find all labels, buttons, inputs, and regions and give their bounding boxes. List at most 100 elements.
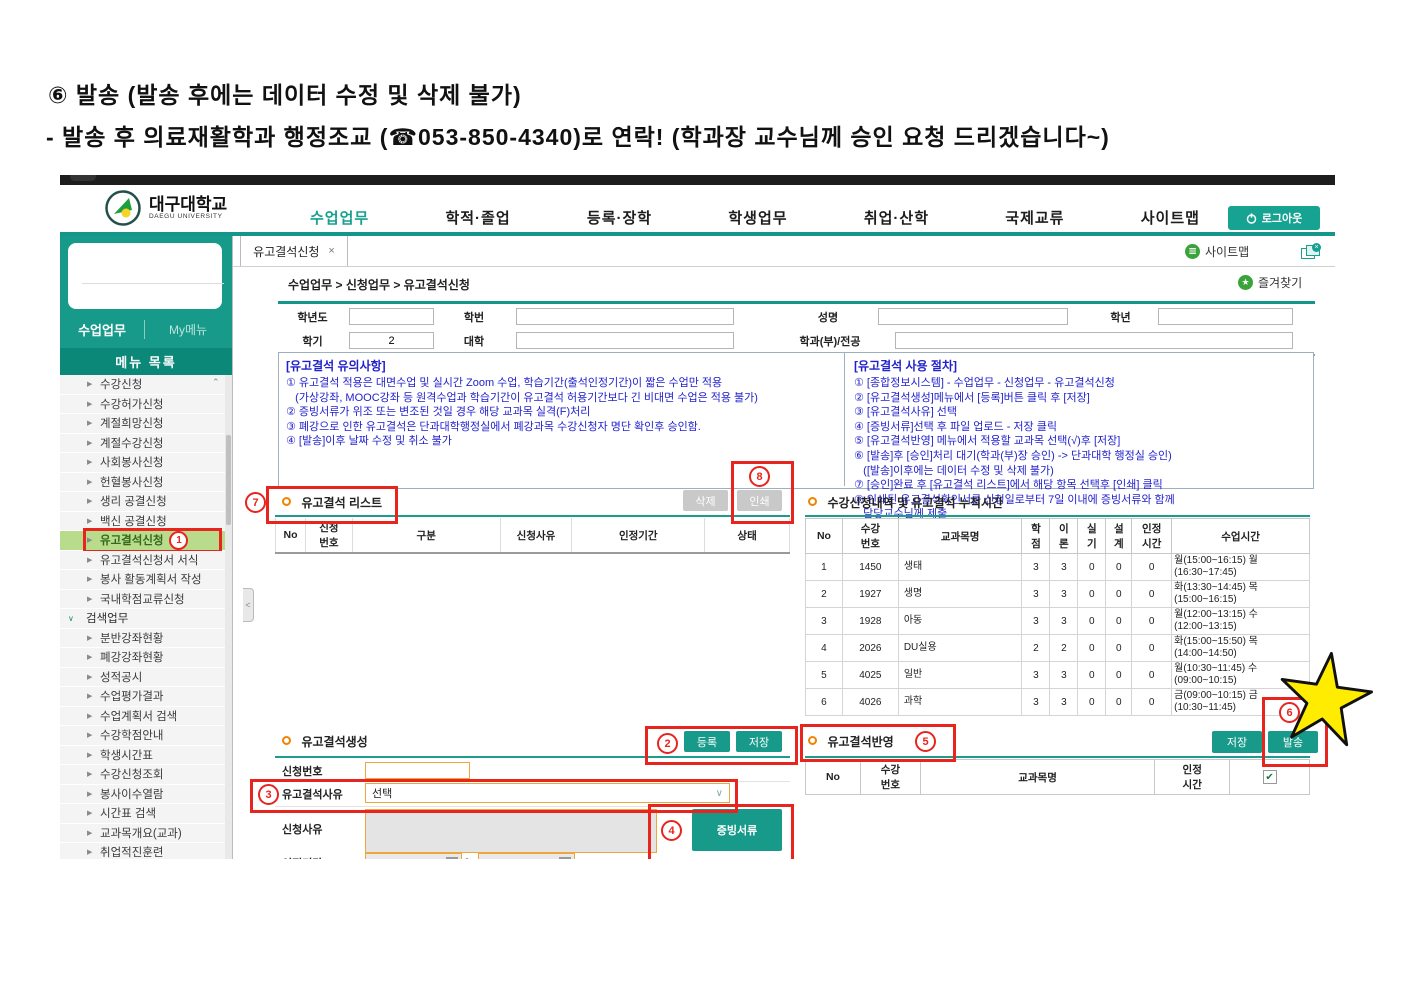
name-input[interactable] (878, 308, 1068, 325)
delete-button[interactable]: 삭제 (683, 490, 728, 511)
checkbox-checked[interactable]: ✔ (1262, 770, 1277, 784)
nav-item-5[interactable]: 국제교류 (1005, 207, 1064, 228)
cell: 0 (1131, 688, 1173, 716)
sidebar-item-18[interactable]: ▶ 수강학점안내 (60, 726, 225, 746)
sidebar-item-5[interactable]: ▶ 헌혈봉사신청 (60, 472, 225, 492)
arrow-right-icon: ▶ (87, 732, 93, 739)
print-button[interactable]: 인쇄 (737, 490, 782, 511)
cell: 0 (1077, 553, 1107, 581)
cell: 0 (1077, 607, 1107, 635)
sidebar-item-11[interactable]: ▶ 국내학점교류신청 (60, 589, 225, 609)
sidebar-item-20[interactable]: ▶ 수강신청조회 (60, 765, 225, 785)
callout-7: 7 (245, 492, 266, 513)
semester-input[interactable] (349, 332, 434, 349)
sidebar-item-22[interactable]: ▶ 시간표 검색 (60, 804, 225, 824)
notice-line: ⑤ [유고결석반영] 메뉴에서 적용할 교과목 선택(√)후 [저장] (854, 435, 1121, 448)
sidebar-item-4[interactable]: ▶ 사회봉사신청 (60, 453, 225, 473)
sidebar-item-24[interactable]: ▶ 취업적진훈련 (60, 843, 225, 859)
absence-apply-table: No 수강 번호 교과목명 인정 시간 ✔ (805, 759, 1310, 795)
notice-left: [유고결석 유의사항] ① 유고결석 적용은 대면수업 및 실시간 Zoom 수… (286, 357, 836, 449)
table-row: 6 4026 과학 3 3 0 0 0 금(09:00~10:15) 금(10:30~11:45… (805, 688, 1310, 716)
college-label: 대학 (463, 336, 485, 348)
sidebar-item-8[interactable]: ▶ 유고결석신청 1 (60, 528, 225, 552)
sidebar-item-23[interactable]: ▶ 교과목개요(교과) (60, 823, 225, 843)
sidebar-item-16[interactable]: ▶ 수업평가결과 (60, 687, 225, 707)
notice-line: ③ 폐강으로 인한 유고결석은 단과대학행정실에서 폐강과목 수강신청자 명단 … (286, 420, 701, 433)
cell: 0 (1105, 634, 1133, 662)
sidebar-item-12[interactable]: ∨ 검색업무 (60, 609, 225, 629)
sidebar-item-7[interactable]: ▶ 백신 공결신청 (60, 511, 225, 531)
university-name: 대구대학교 (149, 195, 228, 214)
window-notch (70, 175, 96, 181)
period-end-input[interactable] (478, 853, 575, 859)
nav-item-6[interactable]: 사이트맵 (1141, 207, 1200, 228)
grade-input[interactable] (1158, 308, 1293, 325)
cell: DU실용 (897, 634, 1023, 662)
sidebar-item-2[interactable]: ▶ 계절희망신청 (60, 414, 225, 434)
name-label: 성명 (817, 312, 839, 324)
sidebar-scrollbar[interactable] (225, 375, 232, 859)
sidebar-tab-mymenu[interactable]: My메뉴 (145, 321, 231, 338)
column-header: 신청사유 (499, 518, 573, 554)
dept-input[interactable] (895, 332, 1293, 349)
logout-label: 로그아웃 (1261, 213, 1303, 225)
sidebar-item-1[interactable]: ▶ 수강허가신청 (60, 394, 225, 414)
sidebar-item-14[interactable]: ▶ 폐강강좌현황 (60, 648, 225, 668)
sidebar-collapse-handle[interactable]: < (243, 588, 254, 622)
year-input[interactable] (349, 308, 434, 325)
logout-button[interactable]: 로그아웃 (1228, 206, 1320, 230)
save-button-apply[interactable]: 저장 (1212, 731, 1262, 753)
nav-item-4[interactable]: 취업·산학 (864, 207, 929, 228)
scrollbar-thumb[interactable] (226, 435, 231, 525)
college-input[interactable] (516, 332, 734, 349)
sidebar-item-19[interactable]: ▶ 학생시간표 (60, 745, 225, 765)
header-row: No 수강 번호 교과목명 인정 시간 ✔ (805, 759, 1310, 795)
favorites-button[interactable]: ★ 즐겨찾기 (1238, 274, 1302, 291)
notice-line: ② 증빙서류가 위조 또는 변조된 것일 경우 해당 교과목 실격(F)처리 (286, 406, 591, 419)
nav-item-2[interactable]: 등록·장학 (587, 207, 652, 228)
scroll-up-icon[interactable]: ⌃ (212, 377, 220, 388)
reason-type-label: 유고결석사유 (282, 789, 343, 801)
sidebar-item-label: 수강학점안내 (100, 730, 164, 743)
tab-bar: 유고결석신청 × 𝌆 사이트맵 × (233, 236, 1335, 267)
column-header: 구분 (351, 518, 501, 554)
evidence-button[interactable]: 증빙서류 (692, 809, 782, 851)
arrow-right-icon: ▶ (87, 673, 93, 681)
apply-no-input[interactable] (365, 762, 470, 779)
cell: 4026 (841, 688, 899, 716)
arrow-right-icon: ▶ (87, 420, 93, 427)
sidebar-item-3[interactable]: ▶ 계절수강신청 (60, 433, 225, 453)
sidebar-item-9[interactable]: ▶ 유고결석신청서 서식 (60, 550, 225, 570)
nav-item-3[interactable]: 학생업무 (728, 207, 787, 228)
calendar-icon[interactable] (446, 857, 458, 859)
reason-textarea[interactable] (365, 809, 657, 853)
sidebar-tab-lecture[interactable]: 수업업무 (60, 319, 145, 339)
column-header: 상태 (704, 518, 790, 554)
sidebar-item-10[interactable]: ▶ 봉사 활동계획서 작성 (60, 570, 225, 590)
sidebar-item-21[interactable]: ▶ 봉사이수열람 (60, 784, 225, 804)
cell: 3 (1021, 607, 1051, 635)
sidebar-item-0[interactable]: ▶ 수강신청 (60, 375, 225, 395)
save-button-create[interactable]: 저장 (736, 731, 782, 752)
sidebar-item-15[interactable]: ▶ 성적공시 (60, 667, 225, 687)
close-all-windows-icon[interactable]: × (1301, 243, 1321, 259)
nav-item-1[interactable]: 학적·졸업 (445, 207, 510, 228)
section-bullet-icon (808, 497, 817, 506)
calendar-icon[interactable] (559, 857, 571, 859)
sidebar-item-6[interactable]: ▶ 생리 공결신청 (60, 492, 225, 512)
notice-left-title: [유고결석 유의사항] (286, 359, 386, 373)
period-start-input[interactable] (365, 853, 462, 859)
column-header: 인정 시간 (1154, 759, 1231, 795)
sitemap-shortcut[interactable]: 𝌆 사이트맵 (1185, 243, 1249, 260)
section-bullet-icon (282, 736, 291, 745)
cell: 생태 (897, 553, 1023, 581)
nav-item-0[interactable]: 수업업무 (310, 207, 369, 228)
sidebar-item-13[interactable]: ▶ 분반강좌현황 (60, 628, 225, 648)
sidebar-item-17[interactable]: ▶ 수업계획서 검색 (60, 706, 225, 726)
register-button[interactable]: 등록 (684, 731, 730, 752)
tab-close-icon[interactable]: × (328, 245, 334, 257)
sidebar-item-label: 봉사 활동계획서 작성 (100, 574, 202, 587)
tab-absence-apply[interactable]: 유고결석신청 × (240, 236, 348, 266)
reason-type-select[interactable]: 선택 ∨ (365, 783, 730, 803)
studentno-input[interactable] (516, 308, 734, 325)
